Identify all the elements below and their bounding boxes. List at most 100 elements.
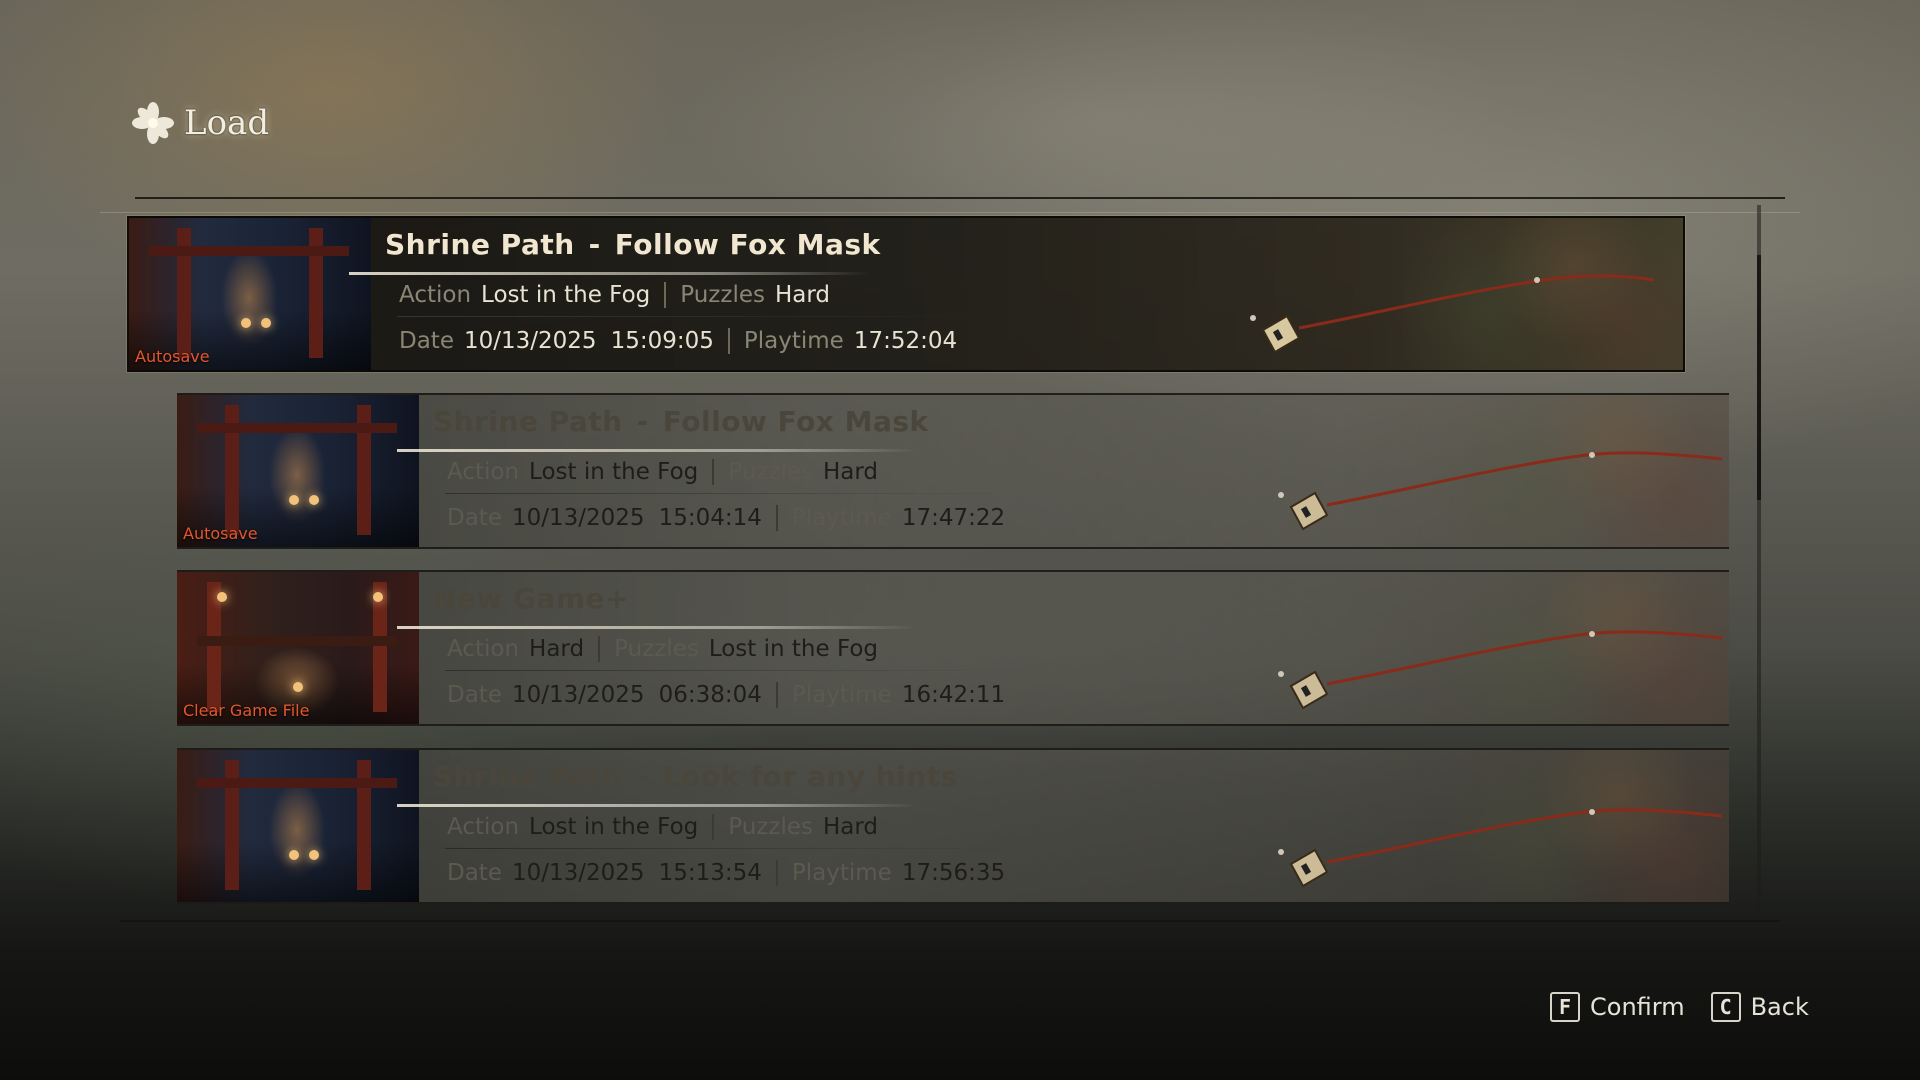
save-slot-1[interactable]: Autosave Shrine Path - Follow Fox Mask Act… [127,216,1685,372]
back-prompt[interactable]: C Back [1710,992,1809,1022]
slot-heading-separator: - [636,760,649,793]
row-separator [712,459,715,485]
puzzles-value: Hard [774,282,831,308]
slot-difficulty-row: Action Hard Puzzles Lost in the Fog [447,636,878,662]
save-slot-2[interactable]: Autosave Shrine Path - Follow Fox Mask Act… [177,393,1729,549]
slot-difficulty-row: Action Lost in the Fog Puzzles Hard [447,459,878,485]
time-value: 15:09:05 [610,328,714,354]
slot-heading-underline [349,272,869,275]
playtime-label: Playtime [791,682,892,708]
frame-top-line-light [100,212,1800,213]
playtime-value: 17:56:35 [901,860,1006,886]
date-label: Date [447,682,502,708]
date-value: 10/13/2025 [463,328,597,354]
slot-heading: Shrine Path - Follow Fox Mask [385,228,881,261]
slot-thumbnail [177,750,419,902]
puzzles-value: Hard [822,814,879,840]
action-value: Lost in the Fog [529,814,699,840]
puzzles-label: Puzzles [614,636,699,662]
slot-thumbnail: Autosave [129,218,371,370]
puzzles-value: Hard [822,459,879,485]
row-separator [664,282,667,308]
puzzles-label: Puzzles [680,282,765,308]
confirm-label: Confirm [1590,993,1685,1021]
slot-thumbnail: Autosave [177,395,419,547]
page-title-text: Load [184,103,270,143]
confirm-prompt[interactable]: F Confirm [1550,992,1685,1022]
action-value: Lost in the Fog [529,459,699,485]
slot-date-row: Date 10/13/2025 06:38:04 Playtime 16:42:… [447,682,1005,708]
mask-cord [1327,808,1723,864]
slot-thumbnail: Clear Game File [177,572,419,724]
slot-heading: Shrine Path - Follow Fox Mask [433,405,929,438]
date-value: 10/13/2025 [511,682,645,708]
save-slot-3[interactable]: Clear Game File New Game+ Action Hard Pu… [177,570,1729,726]
slot-heading: Shrine Path - Look for any hints [433,760,958,793]
row-separator [727,328,730,354]
slot-divider [445,670,1045,671]
time-value: 06:38:04 [658,682,762,708]
save-slot-4[interactable]: Shrine Path - Look for any hints Action Lo… [177,748,1729,904]
slot-objective: Follow Fox Mask [662,405,929,438]
action-label: Action [447,636,520,662]
slot-divider [445,848,1045,849]
mask-cord [1327,630,1723,686]
playtime-value: 17:52:04 [853,328,958,354]
slot-heading-underline [397,449,917,452]
frame-top-line [135,197,1785,199]
slot-objective: Follow Fox Mask [614,228,881,261]
slot-divider [397,316,997,317]
slot-chapter: Shrine Path [433,760,623,793]
action-label: Action [447,459,520,485]
row-separator [775,682,778,708]
slot-divider [445,493,1045,494]
date-label: Date [447,860,502,886]
playtime-label: Playtime [791,860,892,886]
flower-icon [132,102,174,144]
row-separator [775,505,778,531]
page-title: Load [130,98,269,148]
action-label: Action [447,814,520,840]
playtime-label: Playtime [791,505,892,531]
action-label: Action [399,282,472,308]
frame-bottom-line [120,920,1780,922]
slot-chapter: Shrine Path [433,405,623,438]
playtime-value: 17:47:22 [901,505,1006,531]
date-label: Date [399,328,454,354]
puzzles-label: Puzzles [728,459,813,485]
time-value: 15:13:54 [658,860,762,886]
action-value: Hard [529,636,585,662]
slot-tag: Clear Game File [183,701,310,720]
button-prompts: F Confirm C Back [1550,992,1835,1022]
confirm-key-icon: F [1550,992,1580,1022]
date-value: 10/13/2025 [511,860,645,886]
row-separator [775,860,778,886]
puzzles-value: Lost in the Fog [708,636,879,662]
slot-chapter: Shrine Path [385,228,575,261]
slot-tag: Autosave [135,347,210,366]
slot-date-row: Date 10/13/2025 15:13:54 Playtime 17:56:… [447,860,1005,886]
puzzles-label: Puzzles [728,814,813,840]
playtime-value: 16:42:11 [901,682,1006,708]
slot-heading-underline [397,804,917,807]
slot-heading-underline [397,626,917,629]
playtime-label: Playtime [743,328,844,354]
slot-heading-separator: - [588,228,601,261]
action-value: Lost in the Fog [481,282,651,308]
slot-date-row: Date 10/13/2025 15:04:14 Playtime 17:47:… [447,505,1005,531]
back-key-icon: C [1710,992,1741,1022]
slot-heading: New Game+ [433,582,629,615]
slot-difficulty-row: Action Lost in the Fog Puzzles Hard [447,814,878,840]
slot-chapter: New Game+ [433,582,630,615]
back-label: Back [1750,993,1809,1021]
slot-tag: Autosave [183,524,258,543]
date-label: Date [447,505,502,531]
mask-cord [1327,451,1723,507]
mask-cord [1299,274,1655,330]
slot-heading-separator: - [636,405,649,438]
scrollbar-thumb[interactable] [1757,255,1761,500]
row-separator [712,814,715,840]
slot-difficulty-row: Action Lost in the Fog Puzzles Hard [399,282,830,308]
time-value: 15:04:14 [658,505,762,531]
row-separator [598,636,601,662]
